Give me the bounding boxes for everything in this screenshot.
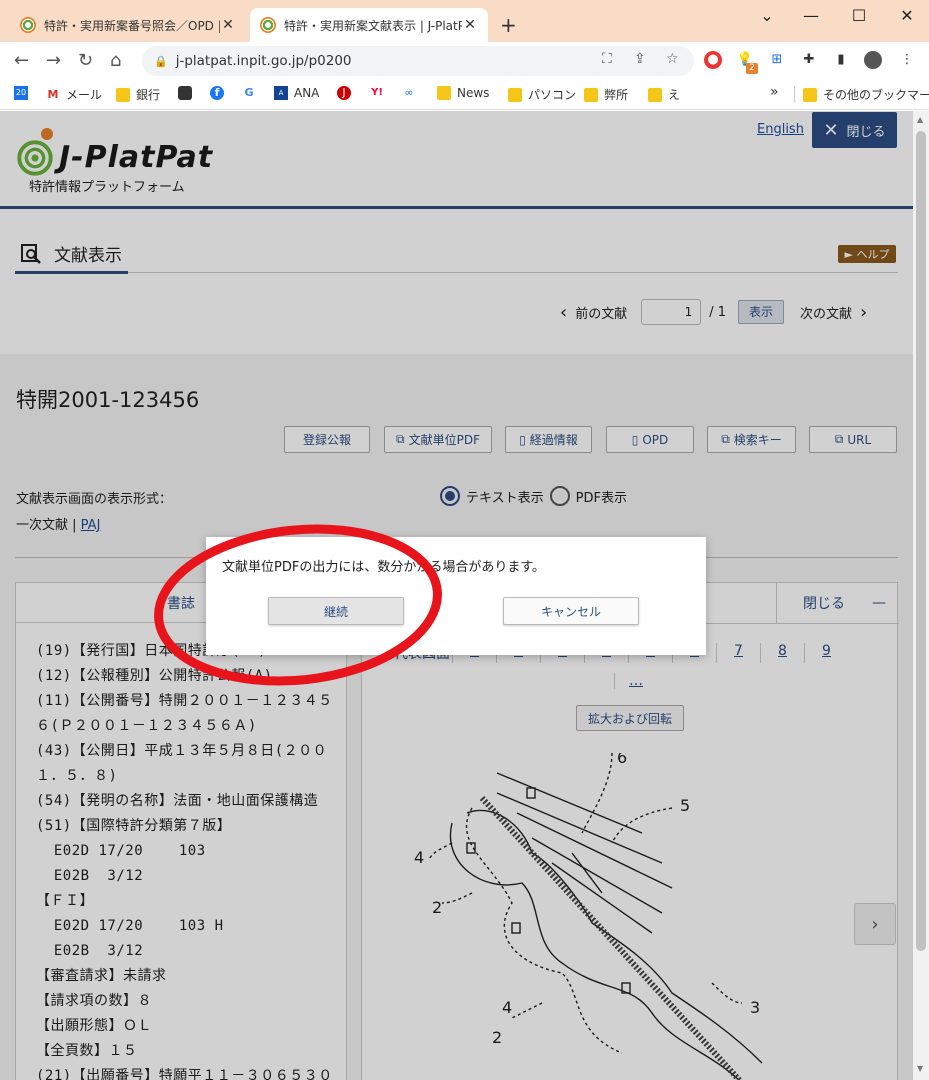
- new-tab-button[interactable]: +: [500, 13, 517, 37]
- tab-title: 特許・実用新案番号照会／OPD | J-P: [44, 18, 220, 33]
- bookmark-label: その他のブックマーク: [823, 88, 929, 102]
- bookmark-label: え: [668, 88, 681, 102]
- jplatpat-favicon-icon: [20, 17, 36, 33]
- bookmark-jal[interactable]: J: [337, 86, 357, 100]
- folder-icon: [584, 87, 598, 102]
- translate-extension-icon[interactable]: ⊞: [768, 51, 786, 69]
- bookmarks-bar: 20 M メール 銀行 f G A ANA J Y! ∞ News パソコン 弊所 …: [0, 80, 929, 110]
- bookmark-link[interactable]: ∞: [402, 86, 422, 100]
- address-bar[interactable]: 🔒 j-platpat.inpit.go.jp/p0200 ⛶ ⇪ ☆: [142, 46, 694, 76]
- bookmark-app[interactable]: [178, 86, 198, 100]
- jal-icon: J: [337, 86, 351, 100]
- profile-avatar[interactable]: [864, 51, 882, 69]
- tab-title: 特許・実用新案文献表示 | J-PlatPat: [284, 18, 462, 33]
- side-panel-icon[interactable]: ▮: [832, 51, 850, 69]
- folder-icon: [803, 87, 817, 102]
- ana-icon: A: [274, 86, 288, 100]
- minimize-icon[interactable]: —: [796, 6, 826, 25]
- reload-icon[interactable]: ↻: [78, 50, 93, 71]
- bookmark-label: News: [457, 86, 490, 100]
- other-bookmarks[interactable]: その他のブックマーク: [794, 86, 929, 103]
- scroll-down-icon[interactable]: ▼: [917, 1064, 923, 1073]
- bookmark-pc-folder[interactable]: パソコン: [508, 86, 576, 103]
- menu-kebab-icon[interactable]: ⋮: [898, 51, 916, 69]
- bookmark-office-folder[interactable]: 弊所: [584, 86, 628, 103]
- bookmark-label: 弊所: [604, 88, 629, 102]
- browser-tab-1[interactable]: 特許・実用新案番号照会／OPD | J-P ✕: [10, 8, 246, 42]
- close-tab-icon[interactable]: ✕: [220, 17, 236, 33]
- translate-icon[interactable]: ⛶: [602, 51, 612, 67]
- facebook-icon: f: [210, 86, 224, 100]
- lock-icon[interactable]: 🔒: [154, 55, 168, 68]
- browser-tab-2-active[interactable]: 特許・実用新案文献表示 | J-PlatPat ✕: [250, 8, 488, 42]
- adblock-extension-icon[interactable]: ●: [704, 51, 722, 69]
- pdf-confirm-dialog: 文献単位PDFの出力には、数分かかる場合があります。 継続 キャンセル: [206, 537, 706, 655]
- continue-button[interactable]: 継続: [268, 597, 404, 625]
- bookmark-bank-folder[interactable]: 銀行: [116, 86, 160, 103]
- url-text: j-platpat.inpit.go.jp/p0200: [175, 53, 352, 69]
- extensions-puzzle-icon[interactable]: ✚: [800, 51, 818, 69]
- folder-icon: [648, 87, 662, 102]
- share-icon[interactable]: ⇪: [634, 51, 646, 67]
- dialog-message: 文献単位PDFの出力には、数分かかる場合があります。: [222, 560, 546, 575]
- scroll-up-icon[interactable]: ▲: [917, 115, 923, 124]
- bookmark-gmail[interactable]: M メール: [46, 86, 103, 103]
- bookmark-label: パソコン: [528, 88, 577, 102]
- forward-icon[interactable]: →: [46, 50, 61, 71]
- link-icon: ∞: [404, 86, 414, 99]
- bookmark-google[interactable]: G: [242, 86, 262, 100]
- folder-icon: [437, 86, 451, 100]
- bookmark-calendar[interactable]: 20: [14, 86, 34, 100]
- bookmark-e-folder[interactable]: え: [648, 86, 680, 103]
- cancel-button[interactable]: キャンセル: [503, 597, 639, 625]
- google-icon: G: [244, 86, 254, 99]
- bookmark-yahoo[interactable]: Y!: [370, 86, 390, 100]
- home-icon[interactable]: ⌂: [110, 50, 121, 71]
- bookmark-star-icon[interactable]: ☆: [666, 51, 679, 67]
- bookmark-ana[interactable]: A ANA: [274, 86, 319, 100]
- close-tab-icon[interactable]: ✕: [462, 17, 478, 33]
- gmail-icon: M: [47, 87, 59, 101]
- browser-tabstrip: 特許・実用新案番号照会／OPD | J-P ✕ 特許・実用新案文献表示 | J-…: [0, 0, 929, 42]
- bookmark-label: 銀行: [136, 88, 161, 102]
- app-icon: [178, 86, 192, 100]
- jplatpat-favicon-icon: [260, 17, 276, 33]
- browser-toolbar: ← → ↻ ⌂ 🔒 j-platpat.inpit.go.jp/p0200 ⛶ …: [0, 42, 929, 80]
- bookmark-label: ANA: [294, 86, 320, 100]
- folder-icon: [116, 87, 130, 102]
- tab-search-icon[interactable]: ⌄: [752, 6, 782, 25]
- close-window-icon[interactable]: ✕: [892, 6, 922, 25]
- extension-badge: 2: [746, 63, 758, 74]
- page-scrollbar[interactable]: ▲ ▼: [913, 111, 929, 1080]
- calendar-icon: 20: [14, 86, 28, 100]
- bookmark-facebook[interactable]: f: [210, 86, 230, 100]
- bookmark-label: メール: [66, 88, 103, 102]
- scrollbar-thumb[interactable]: [916, 131, 926, 951]
- bookmarks-overflow-icon[interactable]: »: [770, 84, 779, 100]
- bookmark-news-folder[interactable]: News: [437, 86, 489, 100]
- maximize-icon[interactable]: ☐: [844, 6, 874, 25]
- yahoo-icon: Y!: [371, 87, 383, 98]
- folder-icon: [508, 87, 522, 102]
- back-icon[interactable]: ←: [14, 50, 29, 71]
